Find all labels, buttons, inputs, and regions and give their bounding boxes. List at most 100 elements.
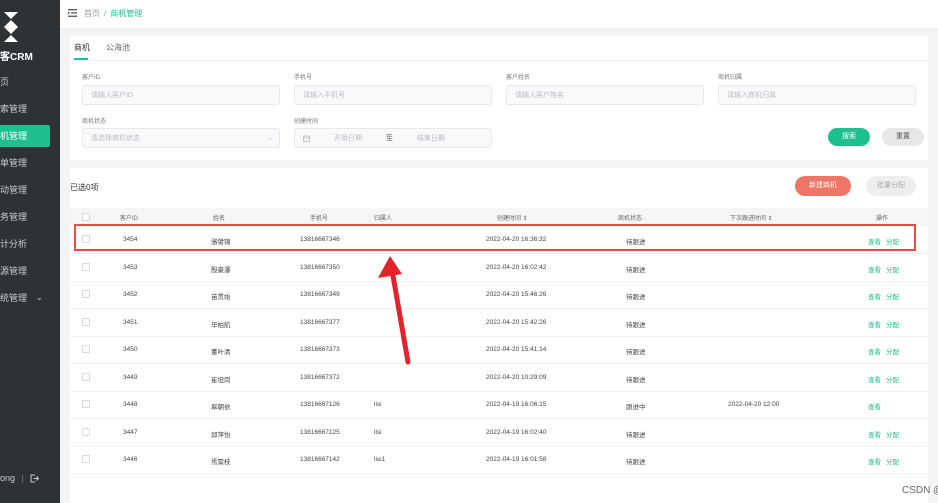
assign-link[interactable]: 分配 — [886, 429, 899, 439]
row-checkbox[interactable] — [82, 372, 90, 381]
table-row[interactable]: 3452 苗贯始 13816667349 2022-04-20 15:46:26 待跟进… — [70, 281, 928, 309]
batch-assign-button[interactable]: 批量分配 — [866, 176, 916, 196]
sidebar-item-resources[interactable]: 源管理 — [0, 260, 60, 282]
table-row[interactable]: 3449 崔坦岗 13816667372 2022-04-20 10:29:09 待跟进… — [70, 364, 928, 392]
owner-input[interactable]: 请输入商机归属 — [718, 85, 916, 105]
assign-link[interactable]: 分配 — [886, 264, 899, 274]
status-select[interactable]: 请选择商机状态 ⌄ — [82, 128, 280, 148]
tab-opportunities[interactable]: 商机 — [74, 42, 90, 53]
sidebar-item-home[interactable]: 页 — [0, 71, 60, 93]
th-customer-id: 客户ID — [120, 216, 139, 222]
sidebar-item-label: 机管理 — [0, 131, 28, 141]
view-link[interactable]: 查看 — [868, 236, 881, 246]
breadcrumb-home[interactable]: 首页 — [84, 9, 100, 18]
table-row[interactable]: 3450 董叶清 13816667373 2022-04-20 15:41:14 待跟进… — [70, 336, 928, 364]
view-link[interactable]: 查看 — [868, 401, 881, 411]
calendar-icon — [303, 135, 310, 142]
row-checkbox[interactable] — [82, 235, 90, 243]
sidebar-item-orders[interactable]: 单管理 — [0, 152, 60, 174]
active-tab-indicator — [74, 58, 88, 60]
owner-label: 商机归属 — [718, 75, 743, 81]
logo-mark-icon — [4, 12, 18, 42]
table-row[interactable]: 3447 邱萍怡 13816667125 lisi 2022-04-19 16:02:4… — [70, 419, 928, 447]
sidebar-item-opportunities[interactable]: 机管理 — [0, 125, 50, 147]
filter-panel: 商机 公海池 客户ID 请输入客户ID 手机号 请输入手机号 客户姓名 请输入客… — [70, 36, 928, 160]
cell-name: 毕柏航 — [211, 321, 231, 329]
assign-link[interactable]: 分配 — [886, 291, 899, 301]
logout-icon[interactable] — [30, 474, 40, 483]
sidebar-item-label: 页 — [0, 77, 10, 87]
reset-button[interactable]: 重置 — [882, 128, 924, 146]
cell-status: 待跟进 — [626, 459, 646, 466]
row-checkbox[interactable] — [82, 262, 90, 271]
sidebar-item-activities[interactable]: 动管理 — [0, 179, 60, 201]
menu-toggle-icon[interactable] — [68, 9, 77, 17]
select-all-checkbox[interactable] — [82, 213, 90, 221]
assign-link[interactable]: 分配 — [886, 374, 899, 384]
view-link[interactable]: 查看 — [868, 319, 881, 329]
created-date-range[interactable]: 开始日期 至 结束日期 — [294, 128, 492, 148]
view-link[interactable]: 查看 — [868, 456, 881, 466]
cell-customer-id: 3452 — [123, 291, 138, 298]
cell-name: 崔坦岗 — [211, 376, 231, 384]
table-row[interactable]: 3448 皋朝依 13816667126 lisi 2022-04-19 16:06:1… — [70, 391, 928, 419]
current-user[interactable]: ong — [0, 473, 15, 483]
phone-input[interactable]: 请输入手机号 — [294, 85, 492, 105]
row-checkbox[interactable] — [82, 290, 90, 298]
main-content: 首页 / 商机管理 商机 公海池 客户ID 请输入客户ID 手机号 请输入手机号 客… — [60, 0, 938, 503]
sidebar-item-leads[interactable]: 索管理 — [0, 98, 60, 120]
sidebar-item-label: 统管理 — [0, 293, 28, 303]
cell-created-time: 2022-04-19 16:06:15 — [486, 401, 547, 408]
view-link[interactable]: 查看 — [868, 291, 881, 301]
sidebar-item-analytics[interactable]: 计分析 — [0, 233, 60, 255]
assign-link[interactable]: 分配 — [886, 236, 899, 246]
table-row[interactable]: 3451 毕柏航 13816667377 2022-04-20 15:42:26 待跟进… — [70, 309, 928, 337]
view-link[interactable]: 查看 — [868, 346, 881, 356]
cell-customer-id: 3454 — [123, 236, 138, 243]
row-checkbox[interactable] — [82, 345, 90, 353]
view-link[interactable]: 查看 — [868, 264, 881, 274]
row-checkbox[interactable] — [82, 400, 90, 408]
tab-public-pool[interactable]: 公海池 — [106, 42, 130, 53]
customer-name-input[interactable]: 请输入客户姓名 — [506, 85, 704, 105]
th-status[interactable]: 商机状态 · — [618, 213, 646, 222]
end-date-input[interactable]: 结束日期 — [417, 135, 445, 142]
row-checkbox[interactable] — [82, 317, 90, 326]
date-range-separator: 至 — [385, 135, 393, 142]
assign-link[interactable]: 分配 — [886, 319, 899, 329]
top-bar: 首页 / 商机管理 — [60, 0, 938, 29]
sidebar-item-label: 务管理 — [0, 212, 28, 222]
search-button[interactable]: 搜索 — [828, 128, 870, 146]
cell-name: 殷豪瀑 — [211, 266, 231, 274]
table-row[interactable]: 3446 焉需枝 13816667142 lisi1 2022-04-19 16:01:… — [70, 446, 928, 474]
cell-status: 待跟进 — [626, 431, 646, 439]
assign-link[interactable]: 分配 — [886, 346, 899, 356]
cell-name: 苗贯始 — [211, 294, 231, 301]
view-link[interactable]: 查看 — [868, 374, 881, 384]
assign-link[interactable]: 分配 — [886, 456, 899, 466]
sidebar-item-system[interactable]: 统管理 ⌄ — [0, 287, 60, 309]
sidebar-item-label: 源管理 — [0, 266, 28, 276]
cell-owner: lisi — [374, 428, 382, 436]
cell-created-time: 2022-04-19 16:02:40 — [486, 428, 547, 436]
sidebar-item-label: 单管理 — [0, 158, 28, 168]
start-date-input[interactable]: 开始日期 — [334, 135, 362, 142]
cell-status: 跟进中 — [626, 404, 646, 411]
th-next-follow-up[interactable]: 下次跟进时间 ⇕ — [730, 213, 773, 222]
customer-id-input[interactable]: 请输入客户ID — [82, 85, 280, 105]
opportunity-list-panel: 已选0项 新建商机 批量分配 客户ID 姓名 手机号 归属人 创建时间 ⇕ 商机… — [70, 168, 928, 503]
new-opportunity-button[interactable]: 新建商机 — [795, 176, 851, 196]
sidebar-item-tasks[interactable]: 务管理 — [0, 206, 60, 228]
tab-bar: 商机 公海池 — [70, 36, 928, 61]
cell-name: 焉需枝 — [211, 459, 231, 466]
cell-next-follow-up: 2022-04-20 12:00 — [728, 401, 780, 408]
row-checkbox[interactable] — [82, 455, 90, 463]
row-checkbox[interactable] — [82, 427, 90, 436]
view-link[interactable]: 查看 — [868, 429, 881, 439]
table-row[interactable]: 3454 骆譬锦 13816667346 2022-04-20 16:36:32 待跟进… — [70, 226, 928, 254]
th-created-time[interactable]: 创建时间 ⇕ — [497, 213, 528, 222]
cell-status: 待跟进 — [626, 266, 646, 274]
watermark: CSDN @小樊o — [902, 485, 938, 496]
table-row[interactable]: 3453 殷豪瀑 13816667350 2022-04-20 16:02:42 待跟进… — [70, 254, 928, 282]
created-label: 创建时间 — [294, 119, 319, 125]
